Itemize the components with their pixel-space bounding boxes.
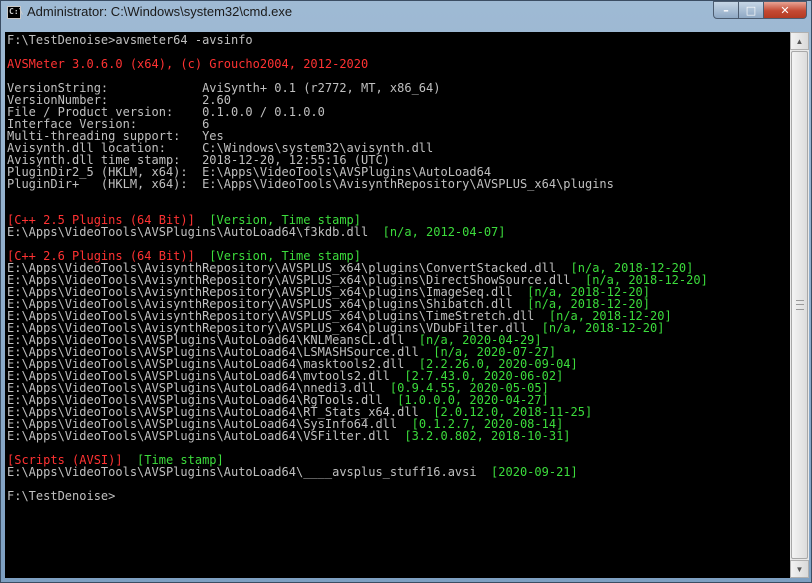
- maximize-button[interactable]: □: [739, 1, 764, 19]
- arrow-up-icon: ▲: [795, 36, 804, 46]
- console-text: E:\Apps\VideoTools\AVSPlugins\AutoLoad64…: [7, 225, 369, 239]
- window-controls: – □ ✕: [713, 1, 807, 19]
- vertical-scrollbar[interactable]: ▲ ▼: [790, 32, 809, 578]
- maximize-icon: □: [745, 3, 757, 17]
- console-line: AVSMeter 3.0.6.0 (x64), (c) Groucho2004,…: [7, 58, 708, 70]
- console-line: E:\Apps\VideoTools\AVSPlugins\AutoLoad64…: [7, 226, 708, 238]
- cmd-app-icon[interactable]: C:\: [7, 6, 23, 19]
- scroll-up-button[interactable]: ▲: [790, 32, 809, 50]
- console-lines: F:\TestDenoise>avsmeter64 -avsinfo AVSMet…: [7, 34, 708, 502]
- scroll-thumb[interactable]: [791, 51, 808, 559]
- console-text: E:\Apps\VideoTools\AVSPlugins\AutoLoad64…: [7, 465, 477, 479]
- console-text: [2020-09-21]: [476, 465, 578, 479]
- minimize-button[interactable]: –: [713, 1, 739, 19]
- arrow-down-icon: ▼: [795, 564, 804, 574]
- console-output[interactable]: F:\TestDenoise>avsmeter64 -avsinfo AVSMet…: [5, 32, 790, 578]
- title-bar[interactable]: C:\ Administrator: C:\Windows\system32\c…: [1, 1, 811, 25]
- console-text: PluginDir+ (HKLM, x64): E:\Apps\VideoToo…: [7, 177, 614, 191]
- grip-icon: [796, 300, 804, 310]
- console-text: [n/a, 2012-04-07]: [368, 225, 506, 239]
- console-line: F:\TestDenoise>avsmeter64 -avsinfo: [7, 34, 708, 46]
- console-text: E:\Apps\VideoTools\AVSPlugins\AutoLoad64…: [7, 429, 390, 443]
- close-icon: ✕: [780, 3, 790, 17]
- console-line: F:\TestDenoise>: [7, 490, 708, 502]
- cmd-window: C:\ Administrator: C:\Windows\system32\c…: [0, 0, 812, 583]
- console-line: E:\Apps\VideoTools\AVSPlugins\AutoLoad64…: [7, 430, 708, 442]
- console-text: AVSMeter 3.0.6.0 (x64), (c) Groucho2004,…: [7, 57, 369, 71]
- console-text: F:\TestDenoise>: [7, 489, 116, 503]
- window-title: Administrator: C:\Windows\system32\cmd.e…: [27, 4, 293, 19]
- console-text: F:\TestDenoise>avsmeter64 -avsinfo: [7, 33, 253, 47]
- close-button[interactable]: ✕: [764, 1, 807, 19]
- console-line: E:\Apps\VideoTools\AVSPlugins\AutoLoad64…: [7, 466, 708, 478]
- console-text: [3.2.0.802, 2018-10-31]: [389, 429, 571, 443]
- console-line: PluginDir+ (HKLM, x64): E:\Apps\VideoToo…: [7, 178, 708, 190]
- scroll-down-button[interactable]: ▼: [790, 560, 809, 578]
- minimize-icon: –: [723, 3, 729, 17]
- console-text: [n/a, 2018-12-20]: [527, 321, 665, 335]
